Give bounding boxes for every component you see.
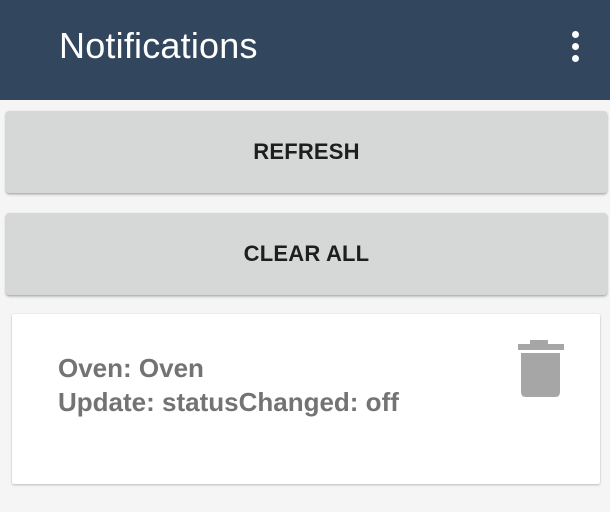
page-title: Notifications bbox=[59, 25, 258, 66]
refresh-button[interactable]: REFRESH bbox=[6, 111, 607, 193]
trash-icon bbox=[518, 340, 564, 397]
overflow-menu-button[interactable] bbox=[560, 26, 592, 66]
notification-title: Oven: Oven bbox=[58, 353, 204, 383]
notification-message: Update: statusChanged: off bbox=[58, 387, 399, 417]
clear-all-button[interactable]: CLEAR ALL bbox=[6, 213, 607, 295]
delete-notification-button[interactable] bbox=[515, 338, 567, 400]
notification-card: Oven: Oven Update: statusChanged: off bbox=[12, 314, 600, 484]
app-bar: Notifications bbox=[0, 0, 610, 100]
